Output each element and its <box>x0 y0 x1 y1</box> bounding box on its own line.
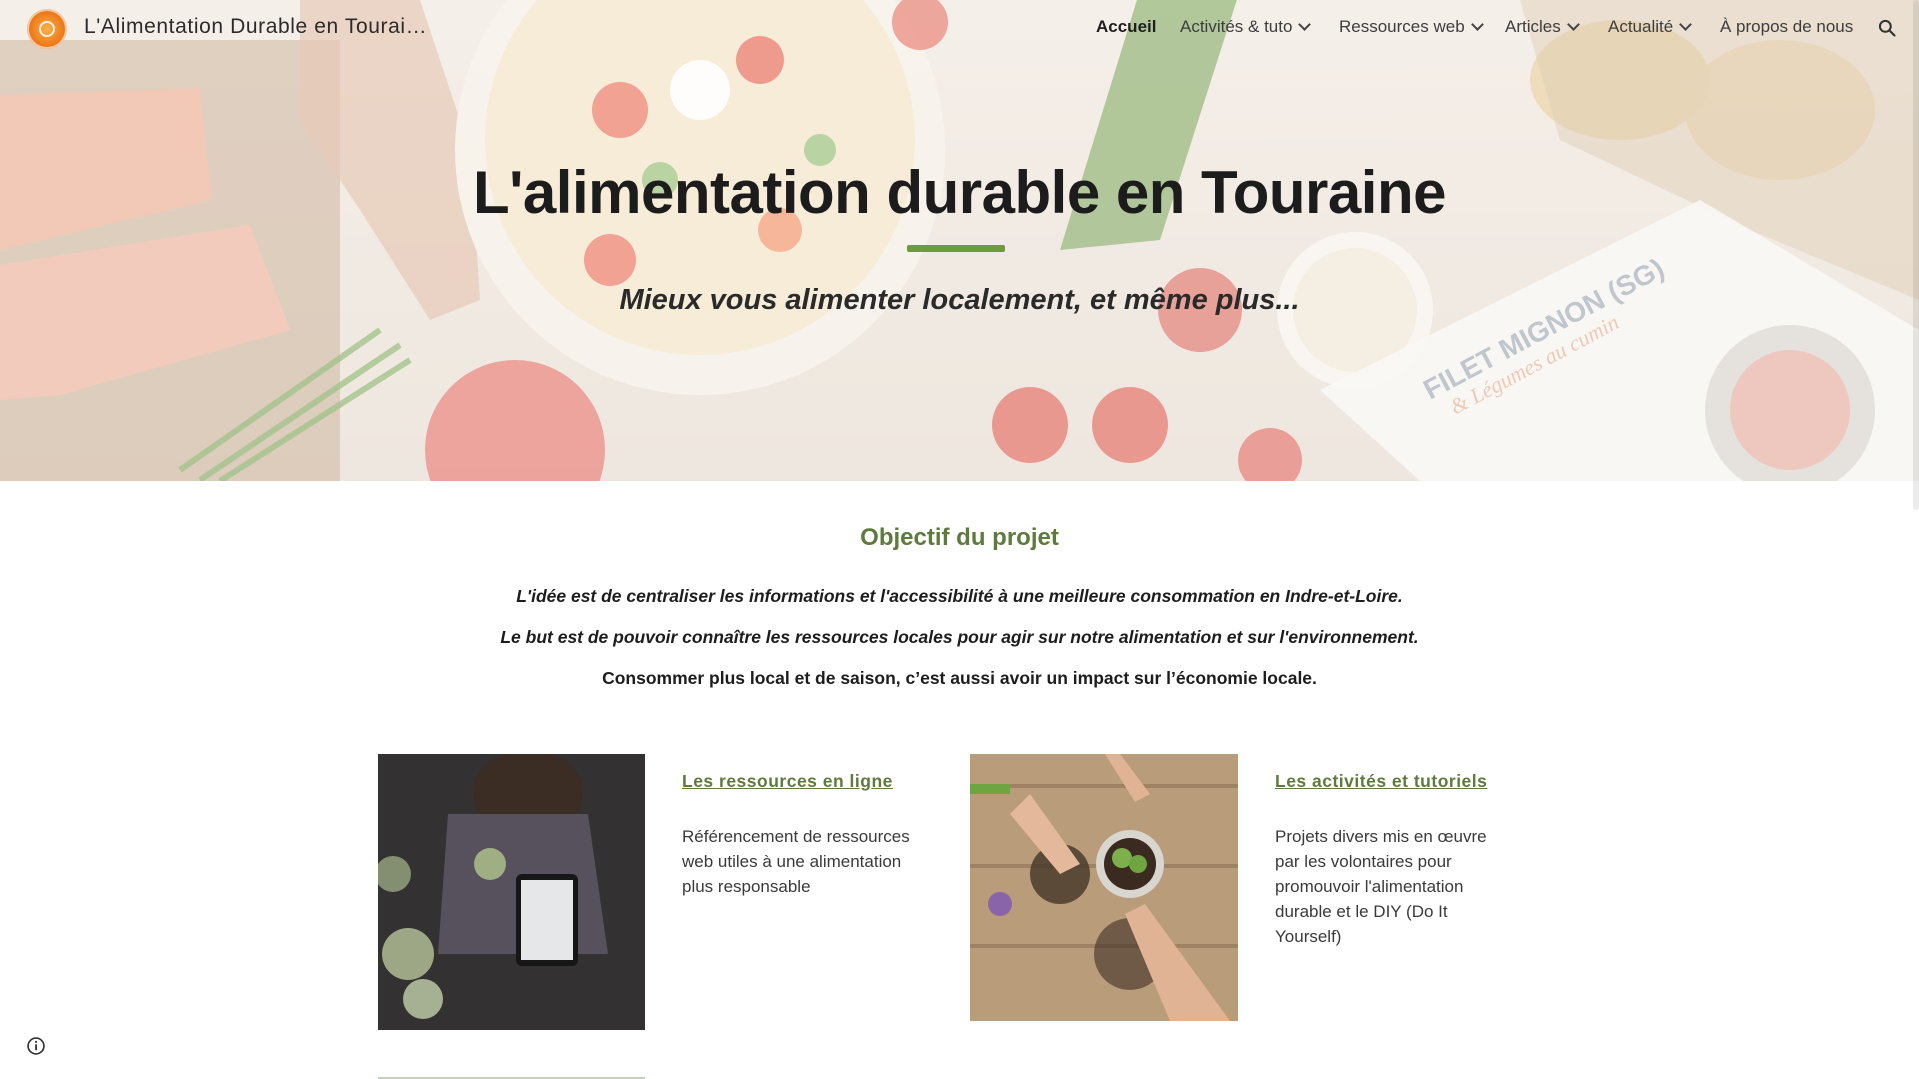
ressources-card-image[interactable] <box>378 754 645 1030</box>
info-icon[interactable] <box>26 1036 46 1056</box>
hero-title: L'alimentation durable en Touraine <box>473 159 1446 226</box>
nav-accueil-label: Accueil <box>1096 17 1157 36</box>
chevron-down-icon[interactable] <box>1298 18 1312 31</box>
objective-paragraph-2: Le but est de pouvoir connaître les ress… <box>500 627 1419 647</box>
ressources-description: Référencement de ressources web utiles à… <box>682 827 910 896</box>
hero-divider <box>907 245 1005 252</box>
activites-description: Projets divers mis en œuvre par les volo… <box>1275 827 1487 946</box>
chevron-down-icon[interactable] <box>1679 18 1693 31</box>
site-logo[interactable] <box>27 9 67 49</box>
nav-a-propos-label: À propos de nous <box>1720 17 1854 36</box>
site-title[interactable]: L'Alimentation Durable en Tourai… <box>84 15 427 39</box>
page-scrollbar[interactable] <box>1913 0 1919 510</box>
activites-card-image[interactable] <box>970 754 1238 1021</box>
nav-actualite-label: Actualité <box>1608 17 1674 36</box>
site-header: L'Alimentation Durable en Tourai… Accuei… <box>0 0 1919 56</box>
nav-activites[interactable]: Activités & tuto <box>1180 17 1312 41</box>
search-icon[interactable] <box>1877 18 1897 38</box>
objective-paragraph-1: L'idée est de centraliser les informatio… <box>516 586 1403 606</box>
hero-banner: FILET MIGNON (SG) & Légumes au cumin <box>0 0 1919 481</box>
nav-activites-label: Activités & tuto <box>1180 17 1293 36</box>
ressources-en-ligne-link[interactable]: Les ressources en ligne <box>682 771 893 792</box>
chevron-down-icon[interactable] <box>1470 18 1484 31</box>
nav-articles[interactable]: Articles <box>1505 17 1580 41</box>
nav-articles-label: Articles <box>1505 17 1561 36</box>
hero-overlay <box>0 0 1919 481</box>
objective-paragraph-3: Consommer plus local et de saison, c’est… <box>602 668 1317 688</box>
hero-subtitle: Mieux vous alimenter localement, et même… <box>619 284 1300 316</box>
nav-actualite[interactable]: Actualité <box>1608 17 1693 41</box>
activites-tutoriels-link[interactable]: Les activités et tutoriels <box>1275 771 1487 792</box>
chevron-down-icon[interactable] <box>1566 18 1580 31</box>
nav-ressources-label: Ressources web <box>1339 17 1465 36</box>
nav-a-propos[interactable]: À propos de nous <box>1720 17 1853 41</box>
nav-accueil[interactable]: Accueil <box>1096 17 1156 41</box>
section-title-objectif: Objectif du projet <box>860 524 1059 551</box>
nav-ressources[interactable]: Ressources web <box>1339 17 1484 41</box>
